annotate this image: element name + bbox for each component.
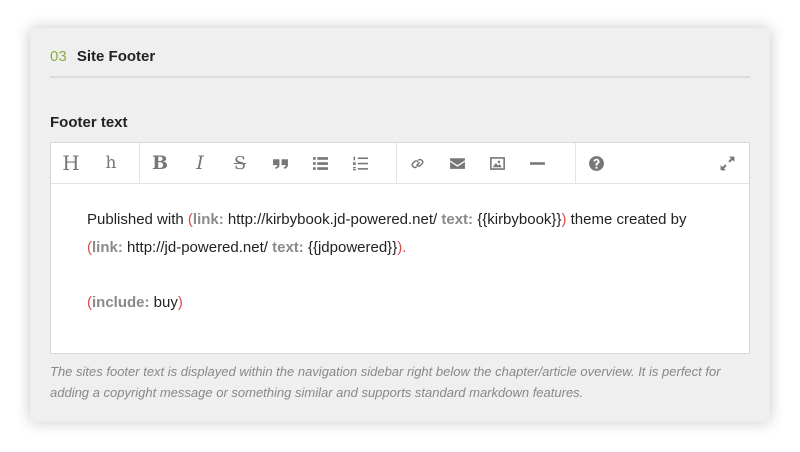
image-icon [489,156,505,170]
text-segment: http://kirbybook.jd-powered.net/ [223,211,442,228]
content-paragraph-1: Published with (link: http://kirbybook.j… [87,206,713,262]
strikethrough-button[interactable]: S [220,143,260,183]
text-segment: http://jd-powered.net/ [122,239,273,256]
footer-text-label: Footer text [50,114,128,131]
field-help-text: The sites footer text is displayed withi… [50,364,721,400]
italic-button[interactable]: I [180,143,220,183]
keyword-link: link: [192,211,224,228]
format-group: B I S [140,143,397,183]
footer-settings-panel: 03 Site Footer Footer text H h B I S Pub… [30,28,770,422]
bullet-list-icon [312,156,328,170]
editor-content[interactable]: Published with (link: http://kirbybook.j… [51,184,749,317]
text-segment: theme created by [566,211,687,228]
image-button[interactable] [477,143,517,183]
insert-group [397,143,576,183]
text-segment: . [402,239,407,256]
text-segment: buy [149,294,178,311]
keyword-text: text: [272,239,304,256]
envelope-icon [449,157,465,169]
help-icon [588,155,604,171]
ordered-list-icon [352,156,368,170]
footer-text-editor[interactable]: H h B I S Published with (link: http://k… [50,142,750,354]
link-button[interactable] [397,143,437,183]
ordered-list-button[interactable] [340,143,380,183]
bold-button[interactable]: B [140,143,180,183]
text-segment: {{kirbybook}} [473,211,562,228]
heading-group: H h [51,143,140,183]
content-paragraph-2: (include: buy) [87,289,713,317]
keyword-include: include: [92,294,150,311]
text-segment: {{jdpowered}} [303,239,398,256]
keyword-link: link: [92,239,123,256]
quote-icon [272,158,288,169]
link-icon [410,158,424,168]
heading-2-button[interactable]: h [91,143,131,183]
section-title: Site Footer [76,48,156,65]
expand-icon [720,156,734,170]
horizontal-rule-icon [529,161,545,165]
help-group [576,143,632,183]
horizontal-rule-button[interactable] [517,143,557,183]
section-header: 03 Site Footer [50,48,750,78]
blockquote-button[interactable] [260,143,300,183]
heading-1-button[interactable]: H [51,143,91,183]
fullscreen-button[interactable] [707,143,747,183]
text-segment: Published with [87,211,188,228]
email-button[interactable] [437,143,477,183]
help-button[interactable] [576,143,616,183]
editor-toolbar: H h B I S [51,143,749,184]
keyword-text: text: [441,211,474,228]
bullet-list-button[interactable] [300,143,340,183]
section-number: 03 [50,48,67,65]
close-paren: ) [177,294,183,311]
